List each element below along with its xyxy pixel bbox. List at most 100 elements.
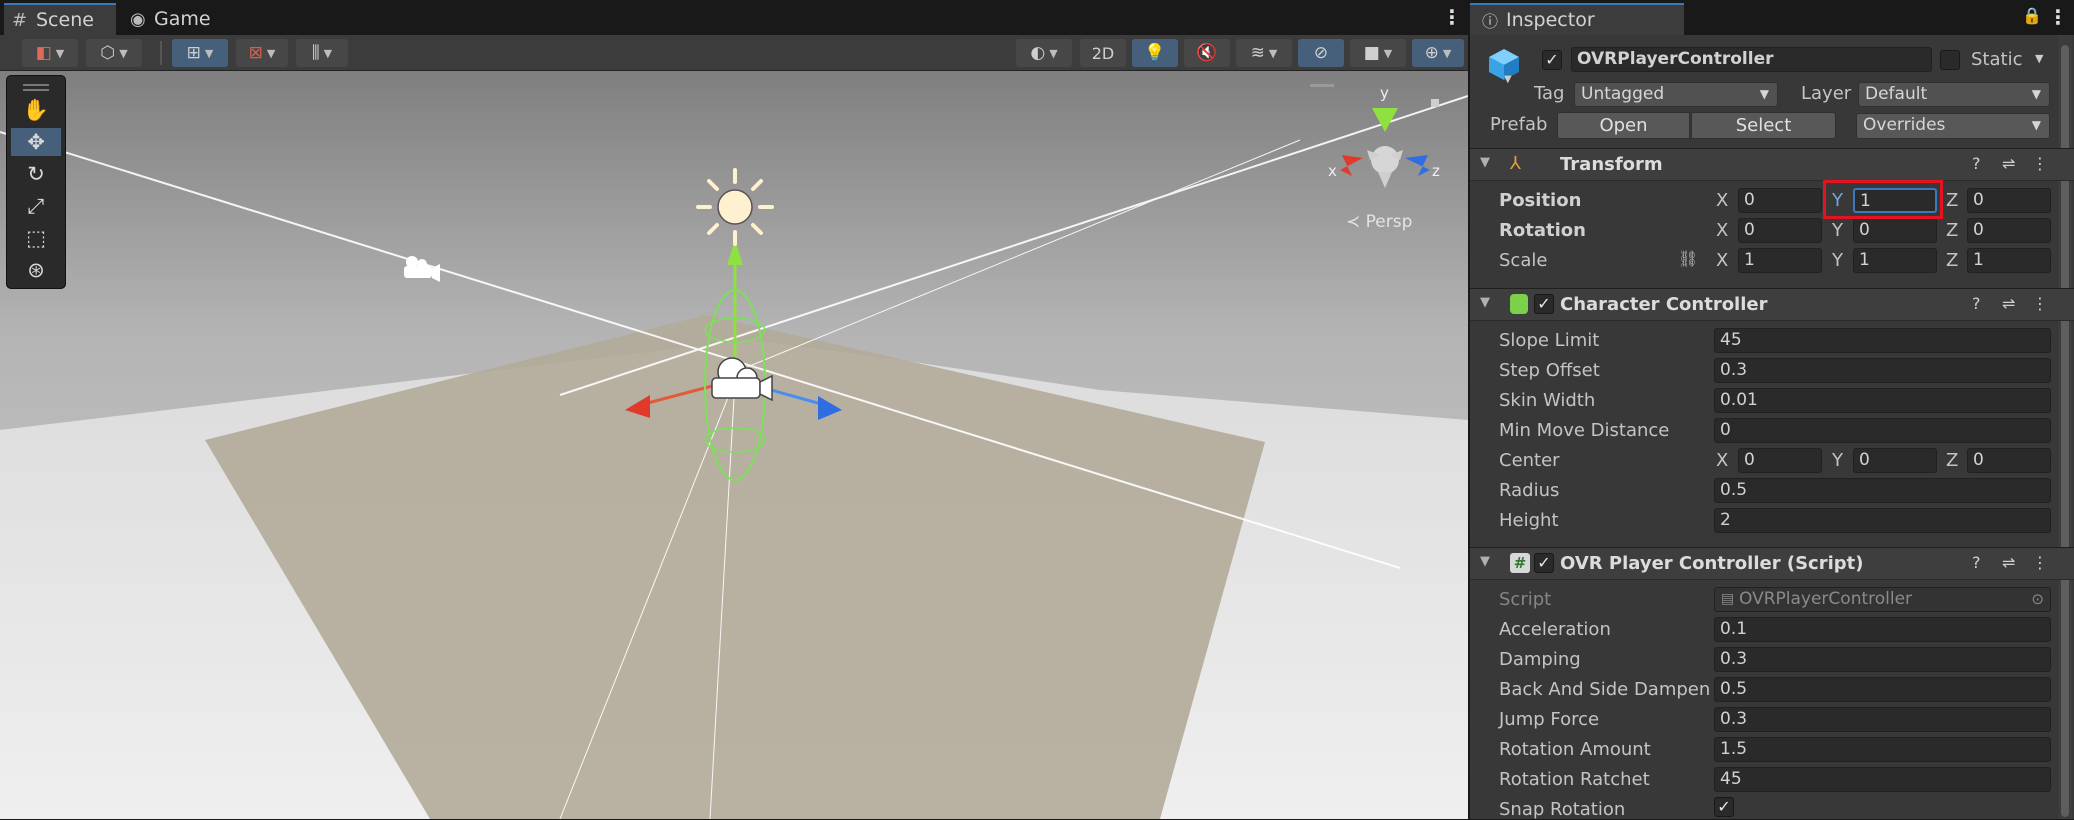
- hand-tool-button[interactable]: ✋: [11, 96, 61, 124]
- tab-game[interactable]: ◉ Game: [122, 3, 222, 35]
- slope-limit-input[interactable]: 45: [1714, 328, 2051, 353]
- scene-more-menu-icon[interactable]: ⋮: [1442, 5, 1462, 29]
- collapse-triangle-icon[interactable]: ▼: [1480, 554, 1490, 569]
- 2d-toggle-button[interactable]: 2D: [1080, 39, 1126, 67]
- damping-input[interactable]: 0.3: [1714, 647, 2051, 672]
- min-move-distance-input[interactable]: 0: [1714, 418, 2051, 443]
- script-object-field[interactable]: ▤ OVRPlayerController ⊙: [1714, 587, 2051, 612]
- icon-picker-caret[interactable]: ▼: [1504, 74, 1512, 85]
- increment-snap-dropdown[interactable]: ⊠ ▼: [236, 39, 288, 67]
- rotation-amount-input[interactable]: 1.5: [1714, 737, 2051, 762]
- acceleration-input[interactable]: 0.1: [1714, 617, 2051, 642]
- inspector-more-menu-icon[interactable]: ⋮: [2048, 5, 2068, 29]
- scale-x-label[interactable]: X: [1716, 250, 1728, 271]
- rotation-y-label[interactable]: Y: [1832, 220, 1843, 241]
- scale-z-label[interactable]: Z: [1946, 250, 1958, 271]
- grid-snap-toggle[interactable]: ⊞ ▼: [172, 39, 228, 67]
- directional-light-icon[interactable]: [696, 168, 774, 246]
- constrain-proportions-icon[interactable]: ⛓: [1678, 249, 1698, 268]
- tag-dropdown[interactable]: Untagged: [1574, 82, 1778, 107]
- prefab-open-button[interactable]: Open: [1557, 112, 1690, 139]
- lock-icon[interactable]: 🔒: [2022, 6, 2042, 25]
- back-and-side-dampen-input[interactable]: 0.5: [1714, 677, 2051, 702]
- scene-canvas[interactable]: y x z: [0, 71, 1468, 819]
- scene-viewport[interactable]: y x z: [0, 71, 1468, 819]
- collapse-triangle-icon[interactable]: ▼: [1480, 155, 1490, 170]
- rotate-tool-button[interactable]: ↻: [11, 160, 61, 188]
- prefab-overrides-dropdown[interactable]: Overrides: [1856, 113, 2050, 139]
- skin-width-input[interactable]: 0.01: [1714, 388, 2051, 413]
- height-input[interactable]: 2: [1714, 508, 2051, 533]
- render-mode-dropdown[interactable]: ⬡ ▼: [86, 39, 142, 67]
- character-controller-enabled-checkbox[interactable]: ✓: [1534, 294, 1554, 314]
- help-icon[interactable]: ?: [1972, 294, 1981, 313]
- rotation-amount-label: Rotation Amount: [1499, 739, 1651, 760]
- position-x-input[interactable]: 0: [1738, 188, 1822, 213]
- ovr-player-controller-enabled-checkbox[interactable]: ✓: [1534, 553, 1554, 573]
- static-dropdown-caret[interactable]: ▼: [2035, 52, 2043, 65]
- ovr-player-controller-header[interactable]: ▼ # ✓ OVR Player Controller (Script) ? ⇌…: [1470, 547, 2074, 580]
- static-checkbox[interactable]: [1940, 50, 1960, 70]
- component-menu-icon[interactable]: ⋮: [2032, 154, 2048, 173]
- radius-input[interactable]: 0.5: [1714, 478, 2051, 503]
- character-controller-header[interactable]: ▼ ✓ Character Controller ? ⇌ ⋮: [1470, 288, 2074, 321]
- position-z-label[interactable]: Z: [1946, 190, 1958, 211]
- scale-tool-button[interactable]: ⤢: [11, 192, 61, 220]
- position-z-input[interactable]: 0: [1967, 188, 2051, 213]
- tab-scene[interactable]: # Scene: [4, 3, 116, 35]
- scale-y-label[interactable]: Y: [1832, 250, 1843, 271]
- scene-visibility-toggle[interactable]: ⊘: [1298, 39, 1344, 67]
- presets-icon[interactable]: ⇌: [2002, 553, 2015, 572]
- prefab-select-button[interactable]: Select: [1691, 112, 1836, 139]
- scale-z-input[interactable]: 1: [1967, 248, 2051, 273]
- jump-force-input[interactable]: 0.3: [1714, 707, 2051, 732]
- effects-dropdown[interactable]: ≋ ▼: [1236, 39, 1292, 67]
- center-y-label[interactable]: Y: [1832, 450, 1843, 471]
- gizmos-dropdown[interactable]: ⊕ ▼: [1412, 39, 1464, 67]
- step-offset-input[interactable]: 0.3: [1714, 358, 2051, 383]
- transform-header[interactable]: ▼ ⅄ Transform ? ⇌ ⋮: [1470, 148, 2074, 181]
- object-picker-icon[interactable]: ⊙: [2031, 588, 2044, 611]
- lighting-toggle[interactable]: 💡: [1132, 39, 1178, 67]
- move-tool-button[interactable]: ✥: [11, 128, 61, 156]
- rotation-x-input[interactable]: 0: [1738, 218, 1822, 243]
- projection-toggle[interactable]: ≺ Persp: [1346, 212, 1412, 232]
- component-menu-icon[interactable]: ⋮: [2032, 294, 2048, 313]
- position-x-label[interactable]: X: [1716, 190, 1728, 211]
- presets-icon[interactable]: ⇌: [2002, 154, 2015, 173]
- rect-tool-button[interactable]: ⬚: [11, 224, 61, 252]
- position-y-input[interactable]: 1: [1853, 188, 1937, 213]
- scale-x-input[interactable]: 1: [1738, 248, 1822, 273]
- tab-inspector[interactable]: ⓘ Inspector: [1470, 3, 1684, 35]
- presets-icon[interactable]: ⇌: [2002, 294, 2015, 313]
- center-z-label[interactable]: Z: [1946, 450, 1958, 471]
- center-z-input[interactable]: 0: [1967, 448, 2051, 473]
- overlay-drag-handle[interactable]: [23, 84, 49, 86]
- collapse-triangle-icon[interactable]: ▼: [1480, 295, 1490, 310]
- transform-tool-button[interactable]: ⊛: [11, 256, 61, 284]
- rotation-x-label[interactable]: X: [1716, 220, 1728, 241]
- info-icon: ⓘ: [1482, 12, 1499, 31]
- snap-rotation-checkbox[interactable]: ✓: [1714, 797, 1734, 817]
- gameobject-active-checkbox[interactable]: ✓: [1542, 50, 1562, 70]
- center-x-input[interactable]: 0: [1738, 448, 1822, 473]
- rotation-ratchet-input[interactable]: 45: [1714, 767, 2051, 792]
- rotation-z-label[interactable]: Z: [1946, 220, 1958, 241]
- help-icon[interactable]: ?: [1972, 154, 1981, 173]
- rotation-z-input[interactable]: 0: [1967, 218, 2051, 243]
- shading-mode-dropdown[interactable]: ◐ ▼: [1016, 39, 1072, 67]
- position-y-label[interactable]: Y: [1832, 190, 1843, 211]
- audio-toggle[interactable]: 🔇: [1184, 39, 1230, 67]
- layer-dropdown[interactable]: Default: [1858, 82, 2050, 107]
- gameobject-name-input[interactable]: OVRPlayerController: [1571, 47, 1932, 72]
- grid-visibility-dropdown[interactable]: ⫼ ▼: [296, 39, 348, 67]
- component-menu-icon[interactable]: ⋮: [2032, 553, 2048, 572]
- help-icon[interactable]: ?: [1972, 553, 1981, 572]
- draw-mode-dropdown[interactable]: ◧ ▼: [22, 39, 78, 67]
- center-x-label[interactable]: X: [1716, 450, 1728, 471]
- center-y-input[interactable]: 0: [1853, 448, 1937, 473]
- camera-settings-dropdown[interactable]: ■ ▼: [1350, 39, 1406, 67]
- scale-y-input[interactable]: 1: [1853, 248, 1937, 273]
- transform-icon: ⊛: [27, 258, 45, 282]
- rotation-y-input[interactable]: 0: [1853, 218, 1937, 243]
